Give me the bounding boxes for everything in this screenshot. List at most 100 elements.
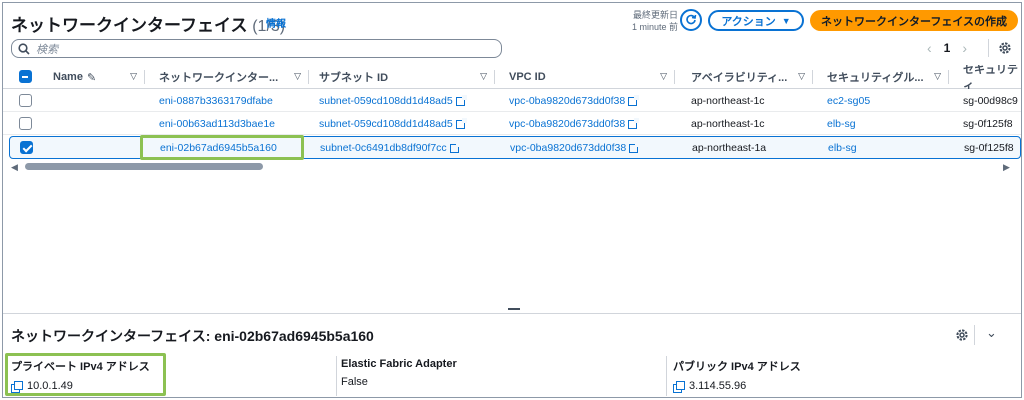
security-group-id: sg-00d98c9 — [963, 95, 1018, 107]
scrollbar-thumb[interactable] — [25, 163, 263, 170]
pager-divider — [988, 39, 989, 57]
external-link-icon — [449, 141, 461, 153]
page-title: ネットワークインターフェイス (1/3) — [11, 11, 285, 36]
detail-header-divider — [974, 325, 975, 345]
vpc-link[interactable]: vpc-0ba9820d673dd0f38 — [509, 90, 640, 112]
row-checkbox[interactable] — [19, 94, 32, 107]
efa-value: False — [341, 376, 368, 388]
column-label: サブネット ID — [319, 72, 389, 84]
security-group-link[interactable]: elb-sg — [828, 137, 857, 159]
header: ネットワークインターフェイス (1/3) 情報 最終更新日 1 minute 前… — [3, 3, 1021, 39]
security-group-link[interactable]: elb-sg — [827, 113, 856, 135]
column-divider — [948, 70, 949, 84]
column-header-eni[interactable]: ネットワークインター... ▽ — [159, 65, 309, 89]
search-icon — [18, 42, 30, 55]
column-label: Name — [53, 71, 83, 83]
column-divider — [308, 70, 309, 84]
column-header-vpc-id[interactable]: VPC ID ▽ — [509, 65, 675, 89]
security-group-id: sg-0f125f8 — [964, 142, 1014, 154]
split-panel-divider — [3, 313, 1021, 314]
chevron-down-icon[interactable]: ⌄ — [986, 325, 997, 341]
efa-label: Elastic Fabric Adapter — [341, 358, 457, 370]
split-panel-drag-handle[interactable] — [508, 308, 520, 310]
column-header-availability-zone[interactable]: アベイラビリティ... ▽ — [691, 65, 813, 89]
vpc-link[interactable]: vpc-0ba9820d673dd0f38 — [509, 113, 640, 135]
vpc-link[interactable]: vpc-0ba9820d673dd0f38 — [510, 137, 641, 159]
public-ipv4-value: 3.114.55.96 — [689, 380, 747, 392]
column-label: アベイラビリティ... — [691, 72, 788, 84]
security-group-id: sg-0f125f8 — [963, 118, 1013, 130]
eni-link[interactable]: eni-0887b3363179dfabe — [159, 90, 273, 112]
last-updated-value: 1 minute 前 — [631, 22, 678, 32]
sort-icon: ▽ — [480, 71, 487, 81]
public-ipv4-value-row: 3.114.55.96 — [673, 380, 801, 393]
security-group-link[interactable]: ec2-sg05 — [827, 90, 870, 112]
sort-icon: ▽ — [294, 71, 301, 81]
detail-panel-title: ネットワークインターフェイス: eni-02b67ad6945b5a160 — [11, 328, 374, 344]
search-input[interactable]: 検索 — [36, 41, 58, 57]
subnet-link[interactable]: subnet-0c6491db8df90f7cc — [320, 137, 461, 159]
sort-icon: ▽ — [798, 71, 805, 81]
public-ipv4-label: パブリック IPv4 アドレス — [673, 361, 801, 373]
last-updated-label: 最終更新日 — [632, 10, 678, 20]
edit-icon: ✎ — [86, 71, 97, 84]
select-all-checkbox[interactable] — [19, 70, 32, 83]
external-link-icon — [628, 117, 640, 129]
copy-icon[interactable] — [673, 380, 685, 393]
column-header-security-group-id[interactable]: セキュリティ — [963, 65, 1021, 89]
public-ipv4-field: パブリック IPv4 アドレス 3.114.55.96 — [673, 358, 801, 393]
highlight-box-private-ip — [5, 353, 166, 396]
prev-page-icon[interactable]: ‹ — [927, 40, 932, 56]
field-divider — [666, 356, 667, 396]
field-divider — [336, 356, 337, 396]
column-divider — [674, 70, 675, 84]
page-number[interactable]: 1 — [944, 41, 951, 55]
scroll-left-icon[interactable]: ◀ — [11, 162, 18, 173]
external-link-icon — [455, 117, 467, 129]
availability-zone: ap-northeast-1c — [691, 118, 765, 130]
column-header-subnet-id[interactable]: サブネット ID ▽ — [319, 65, 495, 89]
settings-icon[interactable] — [955, 328, 969, 342]
search-box[interactable]: 検索 — [11, 39, 502, 58]
column-label: ネットワークインター... — [159, 72, 279, 84]
last-updated: 最終更新日 1 minute 前 — [610, 9, 678, 33]
info-link[interactable]: 情報 — [266, 15, 286, 30]
column-label: VPC ID — [509, 71, 546, 83]
column-divider — [144, 70, 145, 84]
column-header-security-group-name[interactable]: セキュリティグル... ▽ — [827, 65, 949, 89]
actions-dropdown-button[interactable]: アクション ▼ — [708, 10, 804, 31]
availability-zone: ap-northeast-1a — [692, 142, 767, 154]
next-page-icon[interactable]: › — [962, 40, 967, 56]
pagination: ‹ 1 › — [927, 40, 967, 56]
sort-icon: ▽ — [130, 71, 137, 81]
row-checkbox[interactable] — [19, 117, 32, 130]
table-row[interactable]: eni-00b63ad113d3bae1e subnet-059cd108dd1… — [3, 113, 1021, 135]
table-row[interactable]: eni-0887b3363179dfabe subnet-059cd108dd1… — [3, 90, 1021, 112]
column-divider — [494, 70, 495, 84]
create-network-interface-button[interactable]: ネットワークインターフェイスの作成 — [810, 10, 1018, 31]
refresh-button[interactable] — [680, 9, 702, 31]
sort-icon: ▽ — [934, 71, 941, 81]
scroll-right-icon[interactable]: ▶ — [1003, 162, 1010, 173]
subnet-link[interactable]: subnet-059cd108dd1d48ad5 — [319, 90, 467, 112]
vpc-id: vpc-0ba9820d673dd0f38 — [509, 118, 626, 130]
vpc-id: vpc-0ba9820d673dd0f38 — [509, 95, 626, 107]
highlight-box-eni — [140, 135, 304, 160]
horizontal-scrollbar[interactable]: ◀ ▶ — [3, 161, 1021, 173]
subnet-link[interactable]: subnet-059cd108dd1d48ad5 — [319, 113, 467, 135]
eni-link[interactable]: eni-00b63ad113d3bae1e — [159, 113, 275, 135]
column-header-name[interactable]: Name ✎ ▽ — [53, 65, 145, 89]
page-title-text: ネットワークインターフェイス — [11, 16, 248, 35]
actions-label: アクション — [721, 15, 776, 28]
column-label: セキュリティ — [963, 65, 1018, 89]
row-checkbox[interactable] — [20, 141, 33, 154]
external-link-icon — [628, 94, 640, 106]
subnet-id: subnet-059cd108dd1d48ad5 — [319, 95, 453, 107]
settings-icon[interactable] — [998, 41, 1012, 55]
external-link-icon — [629, 141, 641, 153]
column-divider — [812, 70, 813, 84]
sort-icon: ▽ — [660, 71, 667, 81]
network-interfaces-panel: ネットワークインターフェイス (1/3) 情報 最終更新日 1 minute 前… — [2, 2, 1022, 398]
efa-field: Elastic Fabric Adapter False — [341, 358, 457, 388]
table-header: Name ✎ ▽ ネットワークインター... ▽ サブネット ID ▽ VPC … — [3, 65, 1021, 89]
